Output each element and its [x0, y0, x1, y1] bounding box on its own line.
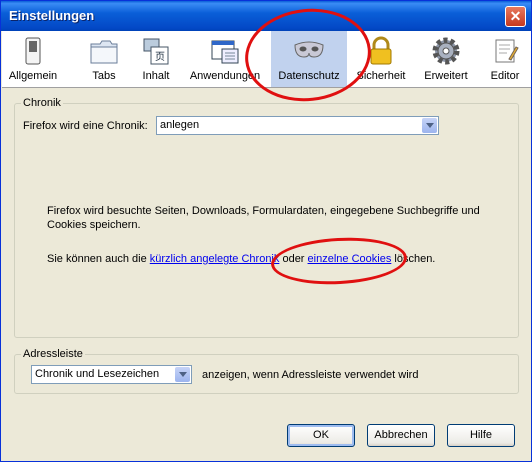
help-button[interactable]: Hilfe — [447, 424, 515, 447]
content-icon: 页 — [143, 38, 169, 65]
tab-label: Inhalt — [142, 70, 170, 82]
history-mode-select[interactable]: anlegen — [156, 116, 439, 135]
switch-icon — [25, 37, 41, 65]
addressbar-group: Adressleiste Chronik und Lesezeichen anz… — [14, 348, 519, 394]
ok-button[interactable]: OK — [287, 424, 355, 447]
editor-icon — [495, 39, 519, 63]
recent-history-link[interactable]: kürzlich angelegte Chronik — [150, 253, 280, 265]
links-prefix: Sie können auch die — [47, 253, 147, 265]
chevron-down-icon — [422, 118, 437, 133]
history-mode-value: anlegen — [160, 119, 200, 131]
applications-icon — [211, 40, 239, 64]
folder-tabs-icon — [90, 40, 118, 64]
tab-inhalt[interactable]: 页 Inhalt — [133, 31, 179, 87]
gear-icon — [432, 37, 460, 65]
close-button[interactable]: ✕ — [505, 6, 526, 27]
addressbar-group-title: Adressleiste — [21, 348, 85, 360]
history-description: Firefox wird besuchte Seiten, Downloads,… — [47, 205, 480, 217]
history-mode-label: Firefox wird eine Chronik: — [23, 120, 148, 132]
close-icon: ✕ — [509, 8, 522, 24]
tab-tabs[interactable]: Tabs — [82, 31, 126, 87]
history-description-line2: Cookies speichern. — [47, 219, 141, 231]
cancel-button[interactable]: Abbrechen — [367, 424, 435, 447]
tab-label: Editor — [490, 70, 520, 82]
history-group-title: Chronik — [21, 97, 63, 109]
preferences-window: Einstellungen ✕ Allgemein Tabs 页 Inhalt … — [0, 0, 532, 462]
addressbar-suggest-value: Chronik und Lesezeichen — [35, 368, 160, 380]
history-group: Chronik Firefox wird eine Chronik: anleg… — [14, 97, 519, 338]
tab-erweitert[interactable]: Erweitert — [420, 31, 472, 87]
tab-label: Allgemein — [8, 70, 58, 82]
addressbar-suggest-select[interactable]: Chronik und Lesezeichen — [31, 365, 192, 384]
tab-label: Tabs — [92, 70, 116, 82]
tab-allgemein[interactable]: Allgemein — [8, 31, 58, 87]
tab-label: Erweitert — [424, 70, 468, 82]
window-title: Einstellungen — [9, 8, 95, 23]
addressbar-suffix: anzeigen, wenn Adressleiste verwendet wi… — [202, 369, 419, 381]
svg-text:页: 页 — [155, 51, 165, 63]
tab-editor[interactable]: Editor — [486, 31, 524, 87]
chevron-down-icon — [175, 367, 190, 382]
